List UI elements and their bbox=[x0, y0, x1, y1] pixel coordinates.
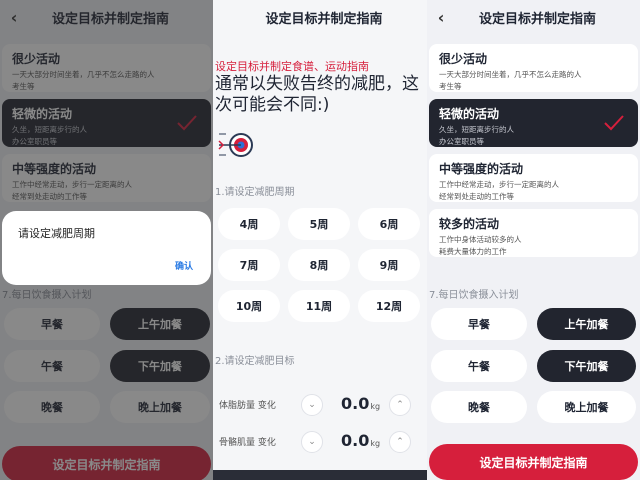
activity-card-light[interactable]: 轻微的活动 久坐，短距离步行的人 办公室职员等 bbox=[429, 99, 638, 147]
increment-chevron-up-icon[interactable]: ⌃ bbox=[389, 431, 411, 453]
meal-afternoon-snack[interactable]: 下午加餐 bbox=[537, 350, 636, 382]
panel-activity-meals: ‹ 设定目标并制定指南 很少活动 一天大部分时间坐着，几乎不怎么走路的人 考生等… bbox=[427, 0, 640, 480]
intro-subtitle: 设定目标并制定食谱、运动指南 bbox=[215, 60, 369, 73]
period-option[interactable]: 7周 bbox=[218, 249, 280, 281]
submit-button[interactable]: 设定目标并制定指南 bbox=[429, 444, 638, 480]
goal-value: 0.0kg bbox=[341, 431, 381, 450]
activity-card-moderate[interactable]: 中等强度的活动 工作中经常走动，步行一定距离的人 经常到处走动的工作等 bbox=[429, 154, 638, 202]
goal-name: 体脂肪量 变化 bbox=[219, 401, 276, 411]
header: 设定目标并制定指南 bbox=[213, 0, 427, 34]
activity-example: 办公室职员等 bbox=[439, 137, 484, 146]
activity-desc: 久坐，短距离步行的人 bbox=[439, 125, 514, 134]
dialog-title: 请设定减肥周期 bbox=[18, 227, 95, 240]
checkmark-icon bbox=[604, 115, 624, 131]
activity-card-rare[interactable]: 很少活动 一天大部分时间坐着，几乎不怎么走路的人 考生等 bbox=[429, 44, 638, 92]
activity-example: 经常到处走动的工作等 bbox=[439, 192, 514, 201]
increment-chevron-up-icon[interactable]: ⌃ bbox=[389, 394, 411, 416]
meal-evening-snack[interactable]: 晚上加餐 bbox=[537, 391, 636, 423]
activity-card-heavy[interactable]: 较多的活动 工作中身体活动较多的人 耗费大量体力的工作 bbox=[429, 209, 638, 257]
period-option[interactable]: 5周 bbox=[288, 208, 350, 240]
page-title: 设定目标并制定指南 bbox=[265, 11, 383, 27]
meal-dinner[interactable]: 晚餐 bbox=[431, 391, 527, 423]
activity-desc: 一天大部分时间坐着，几乎不怎么走路的人 bbox=[439, 70, 582, 79]
page-title: 设定目标并制定指南 bbox=[478, 11, 596, 27]
period-label: 1.请设定减肥周期 bbox=[215, 187, 295, 198]
period-option[interactable]: 10周 bbox=[218, 290, 280, 322]
period-dialog: 请设定减肥周期 确认 bbox=[2, 211, 211, 285]
meals-label: 7.每日饮食摄入计划 bbox=[429, 290, 519, 301]
period-option[interactable]: 12周 bbox=[358, 290, 420, 322]
goal-label: 2.请设定减肥目标 bbox=[215, 356, 295, 367]
activity-title: 轻微的活动 bbox=[439, 107, 500, 121]
goal-row-muscle: 骨骼肌量 变化 ⌄ 0.0kg ⌃ bbox=[215, 425, 427, 459]
activity-example: 考生等 bbox=[439, 82, 462, 91]
target-icon bbox=[218, 133, 253, 157]
goal-value: 0.0kg bbox=[341, 394, 381, 413]
decrement-chevron-down-icon[interactable]: ⌄ bbox=[301, 394, 323, 416]
period-option[interactable]: 11周 bbox=[288, 290, 350, 322]
intro-headline: 通常以失败告终的减肥，这次可能会不同:) bbox=[215, 74, 419, 115]
activity-example: 耗费大量体力的工作 bbox=[439, 247, 507, 256]
panel-activity-dialog: ‹ 设定目标并制定指南 很少活动 一天大部分时间坐着，几乎不怎么走路的人 考生等… bbox=[0, 0, 213, 480]
header: ‹ 设定目标并制定指南 bbox=[427, 0, 640, 34]
back-chevron-left-icon[interactable]: ‹ bbox=[431, 7, 451, 27]
goal-name: 骨骼肌量 变化 bbox=[219, 438, 276, 448]
period-option[interactable]: 6周 bbox=[358, 208, 420, 240]
period-option[interactable]: 4周 bbox=[218, 208, 280, 240]
bottom-bar bbox=[213, 470, 427, 480]
period-option[interactable]: 8周 bbox=[288, 249, 350, 281]
activity-title: 中等强度的活动 bbox=[439, 162, 524, 176]
dialog-confirm-button[interactable]: 确认 bbox=[175, 259, 193, 272]
decrement-chevron-down-icon[interactable]: ⌄ bbox=[301, 431, 323, 453]
meal-breakfast[interactable]: 早餐 bbox=[431, 308, 527, 340]
period-option[interactable]: 9周 bbox=[358, 249, 420, 281]
panel-period-goal: 设定目标并制定指南 设定目标并制定食谱、运动指南 通常以失败告终的减肥，这次可能… bbox=[213, 0, 427, 480]
activity-desc: 工作中经常走动，步行一定距离的人 bbox=[439, 180, 559, 189]
goal-row-fat: 体脂肪量 变化 ⌄ 0.0kg ⌃ bbox=[215, 388, 427, 422]
meal-morning-snack[interactable]: 上午加餐 bbox=[537, 308, 636, 340]
activity-title: 较多的活动 bbox=[439, 217, 500, 231]
activity-desc: 工作中身体活动较多的人 bbox=[439, 235, 522, 244]
activity-title: 很少活动 bbox=[439, 52, 488, 66]
meal-lunch[interactable]: 午餐 bbox=[431, 350, 527, 382]
